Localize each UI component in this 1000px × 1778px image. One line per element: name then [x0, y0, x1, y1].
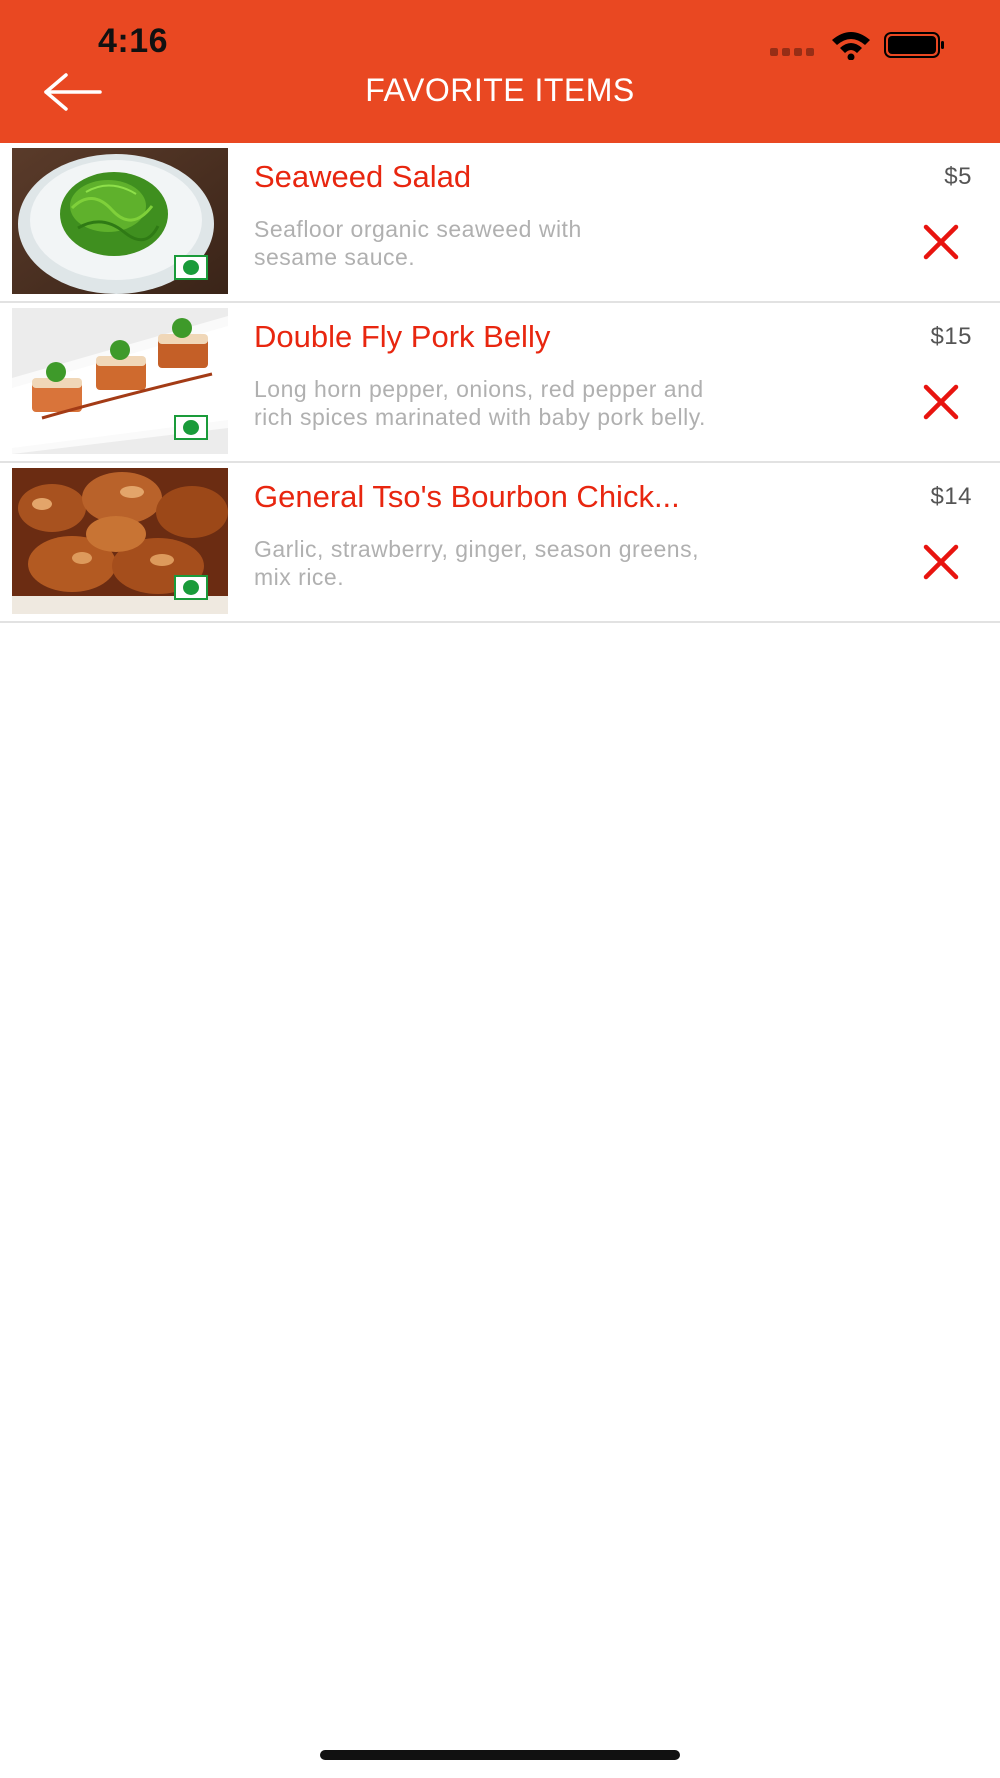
item-description-line: mix rice. [254, 564, 345, 590]
item-description-line: sesame sauce. [254, 244, 416, 270]
favorite-item-row[interactable]: Seaweed Salad Seafloor organic seaweed w… [0, 143, 1000, 303]
status-time: 4:16 [98, 22, 169, 60]
battery-icon [884, 32, 944, 58]
food-image-seaweed-salad [12, 148, 228, 294]
page-title: FAVORITE ITEMS [365, 72, 635, 108]
favorites-list: Seaweed Salad Seafloor organic seaweed w… [0, 143, 1000, 623]
item-price: $5 [944, 163, 972, 190]
veg-indicator-icon [174, 575, 208, 600]
favorite-item-row[interactable]: Double Fly Pork Belly Long horn pepper, … [0, 303, 1000, 463]
item-description-line: Long horn pepper, onions, red pepper and [254, 376, 704, 402]
item-description: Long horn pepper, onions, red pepper and… [254, 375, 854, 431]
home-indicator[interactable] [320, 1750, 680, 1760]
item-description: Seafloor organic seaweed with sesame sau… [254, 215, 854, 271]
item-name: Seaweed Salad [254, 159, 472, 194]
remove-favorite-icon[interactable] [920, 221, 962, 263]
back-arrow-icon[interactable] [40, 70, 110, 114]
remove-favorite-icon[interactable] [920, 541, 962, 583]
favorite-item-row[interactable]: General Tso's Bourbon Chick... Garlic, s… [0, 463, 1000, 623]
food-image-pork-belly [12, 308, 228, 454]
item-description-line: Seafloor organic seaweed with [254, 216, 582, 242]
item-name: Double Fly Pork Belly [254, 319, 551, 354]
wifi-icon [832, 32, 870, 60]
item-price: $14 [930, 483, 972, 510]
item-description: Garlic, strawberry, ginger, season green… [254, 535, 854, 591]
item-name: General Tso's Bourbon Chick... [254, 479, 680, 514]
cellular-signal-icon [770, 48, 816, 56]
item-description-line: rich spices marinated with baby pork bel… [254, 404, 706, 430]
remove-favorite-icon[interactable] [920, 381, 962, 423]
item-description-line: Garlic, strawberry, ginger, season green… [254, 536, 699, 562]
item-price: $15 [930, 323, 972, 350]
food-image-general-tso-chicken [12, 468, 228, 614]
app-header: 4:16 FAVORITE ITEMS [0, 0, 1000, 143]
veg-indicator-icon [174, 415, 208, 440]
veg-indicator-icon [174, 255, 208, 280]
